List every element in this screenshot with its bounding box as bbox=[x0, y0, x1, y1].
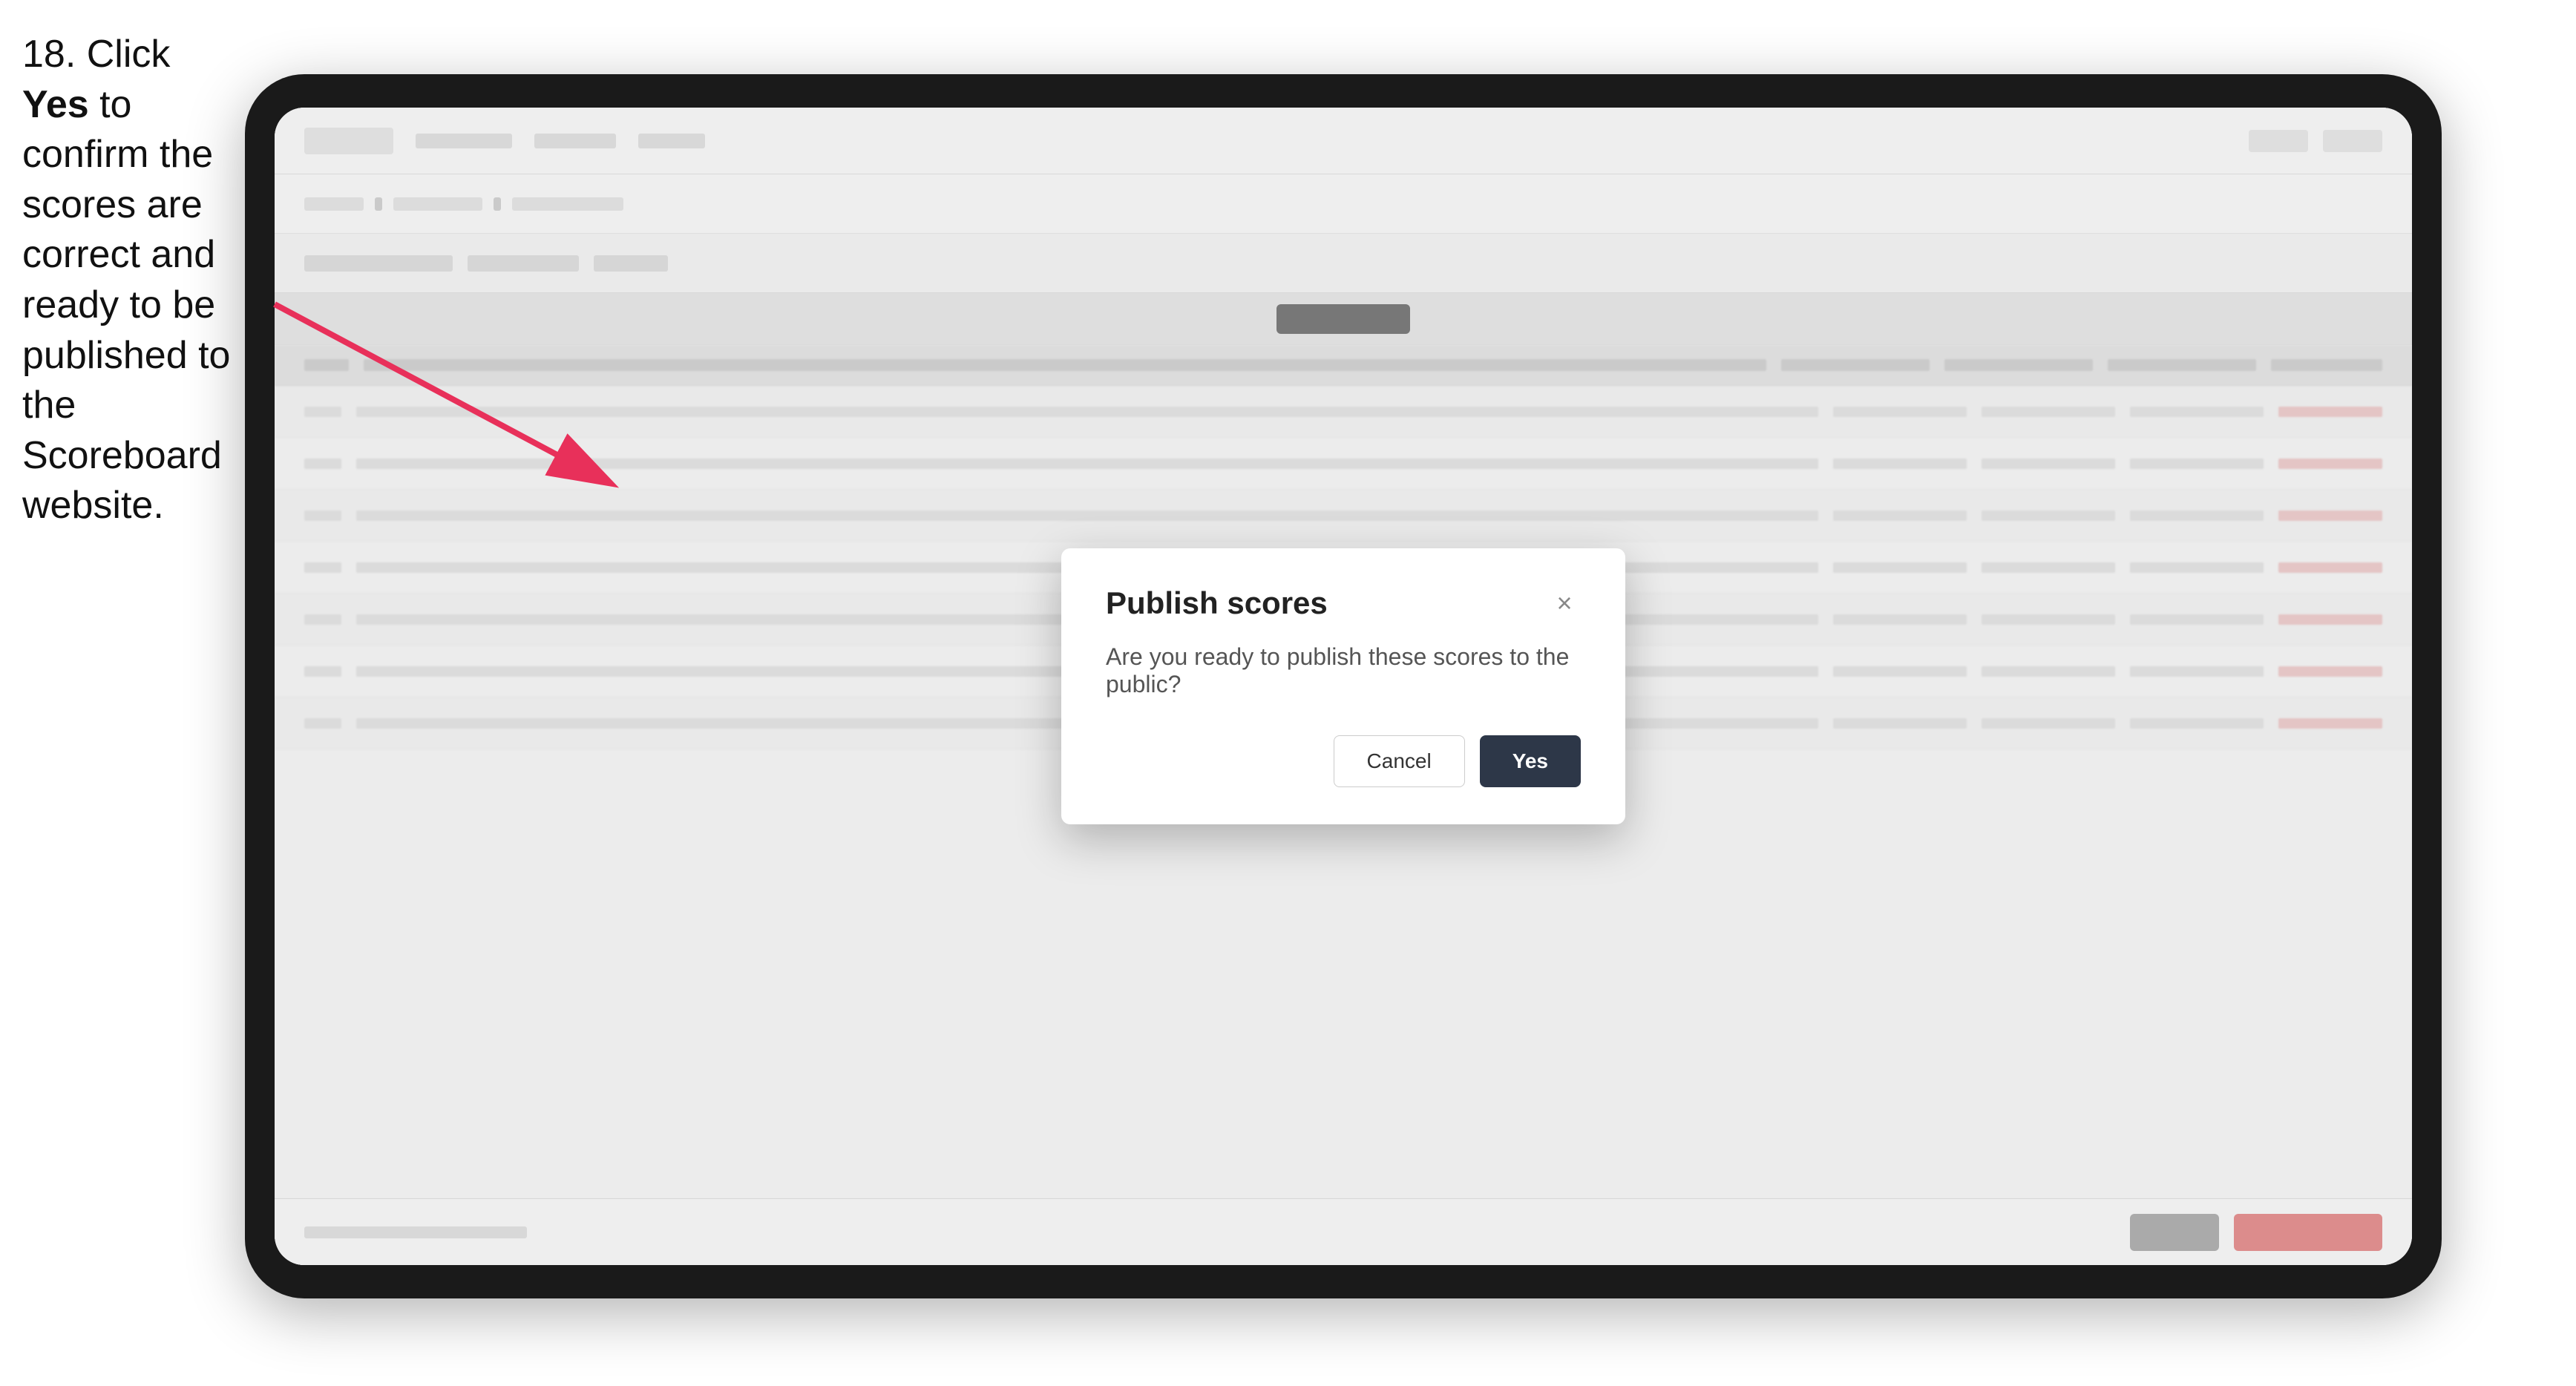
instruction-body: Click Yes to confirm the scores are corr… bbox=[22, 33, 230, 527]
modal-title: Publish scores bbox=[1106, 585, 1328, 621]
yes-button[interactable]: Yes bbox=[1480, 735, 1581, 787]
modal-footer: Cancel Yes bbox=[1106, 735, 1581, 787]
instruction-text: 18. Click Yes to confirm the scores are … bbox=[22, 30, 237, 531]
modal-title-row: Publish scores × bbox=[1106, 585, 1581, 621]
step-number: 18. bbox=[22, 33, 76, 76]
yes-emphasis: Yes bbox=[22, 83, 89, 126]
modal-body-text: Are you ready to publish these scores to… bbox=[1106, 643, 1581, 698]
screen-content: Publish scores × Are you ready to publis… bbox=[275, 108, 2412, 1265]
modal-close-button[interactable]: × bbox=[1548, 587, 1581, 620]
tablet-screen: Publish scores × Are you ready to publis… bbox=[275, 108, 2412, 1265]
cancel-button[interactable]: Cancel bbox=[1334, 735, 1465, 787]
tablet-device: Publish scores × Are you ready to publis… bbox=[245, 74, 2442, 1298]
publish-scores-modal: Publish scores × Are you ready to publis… bbox=[1061, 548, 1625, 824]
